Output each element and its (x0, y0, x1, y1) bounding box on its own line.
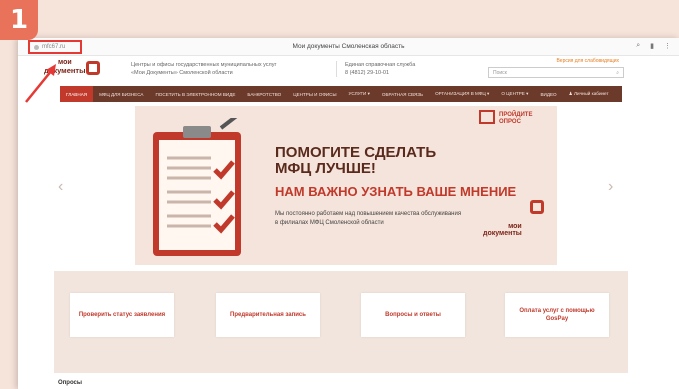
nav-item-electronic[interactable]: ПОСЕТИТЬ В ЭЛЕКТРОННОМ ВИДЕ (150, 86, 242, 102)
banner-title: ПОМОГИТЕ СДЕЛАТЬ МФЦ ЛУЧШЕ! (275, 144, 437, 177)
menu-icon[interactable]: ⋮ (664, 42, 671, 50)
survey-link[interactable]: ПРОЙДИТЕ ОПРОС (499, 112, 532, 126)
check-status-button[interactable]: Проверить статус заявления (70, 293, 174, 337)
nav-item-main[interactable]: ГЛАВНАЯ (60, 86, 94, 102)
nav-item-bankruptcy[interactable]: БАНКРОТСТВО (241, 86, 287, 102)
vision-impaired-link[interactable]: Версия для слабовидящих (556, 58, 619, 64)
banner-subtitle: НАМ ВАЖНО УЗНАТЬ ВАШЕ МНЕНИЕ (275, 184, 517, 199)
nav-item-business[interactable]: МФЦ ДЛЯ БИЗНЕСА (93, 86, 149, 102)
nav-item-video[interactable]: ВИДЕО (534, 86, 562, 102)
header-description: Центры и офисы государственных муниципал… (131, 62, 277, 76)
search-input[interactable]: Поиск ⌕ (488, 67, 624, 78)
faq-button[interactable]: Вопросы и ответы (361, 293, 465, 337)
logo-mark-icon (86, 61, 100, 75)
search-icon[interactable]: ⌕ (616, 70, 619, 76)
nav-item-feedback[interactable]: ОБРАТНАЯ СВЯЗЬ (376, 86, 429, 102)
window-title: Мои документы Смоленская область (292, 43, 405, 50)
services-block: Проверить статус заявления Предварительн… (54, 271, 628, 373)
site-header: мои документы Центры и офисы государстве… (18, 56, 679, 84)
main-nav: ГЛАВНАЯ МФЦ ДЛЯ БИЗНЕСА ПОСЕТИТЬ В ЭЛЕКТ… (60, 86, 622, 102)
search-icon[interactable]: ⌕ (636, 42, 640, 50)
nav-item-offices[interactable]: ЦЕНТРЫ И ОФИСЫ (287, 86, 342, 102)
help-service: Единая справочная служба 8 (4812) 29-10-… (336, 61, 415, 77)
banner-logo: мои документы (483, 223, 522, 237)
clipboard-checklist-icon (153, 118, 241, 256)
nav-item-about[interactable]: О ЦЕНТРЕ ▾ (495, 86, 534, 102)
carousel-prev-icon[interactable]: ‹ (58, 178, 63, 196)
browser-titlebar: mfc67.ru Мои документы Смоленская област… (18, 38, 679, 56)
red-arrow-icon (25, 64, 56, 103)
window-controls: ⌕ ▮ ⋮ (636, 42, 671, 50)
bookmark-icon[interactable]: ▮ (650, 42, 654, 50)
browser-window: mfc67.ru Мои документы Смоленская област… (18, 38, 679, 389)
checkbox-icon (479, 110, 495, 124)
nav-item-organization[interactable]: ОРГАНИЗАЦИЯ В МФЦ ▾ (429, 86, 495, 102)
nav-item-account[interactable]: ♟ Личный кабинет (563, 86, 615, 102)
nav-item-services[interactable]: УСЛУГИ ▾ (343, 86, 376, 102)
gospay-button[interactable]: Оплата услуг с помощью GosPay (505, 293, 609, 337)
logo-mark-icon (530, 200, 544, 214)
banner-text: Мы постоянно работаем над повышением кач… (275, 211, 462, 226)
survey-banner[interactable]: ПОМОГИТЕ СДЕЛАТЬ МФЦ ЛУЧШЕ! НАМ ВАЖНО УЗ… (135, 106, 557, 265)
section-title-surveys: Опросы (58, 380, 83, 386)
step-number-badge: 1 (0, 0, 38, 40)
carousel-next-icon[interactable]: › (608, 178, 613, 196)
appointment-button[interactable]: Предварительная запись (216, 293, 320, 337)
